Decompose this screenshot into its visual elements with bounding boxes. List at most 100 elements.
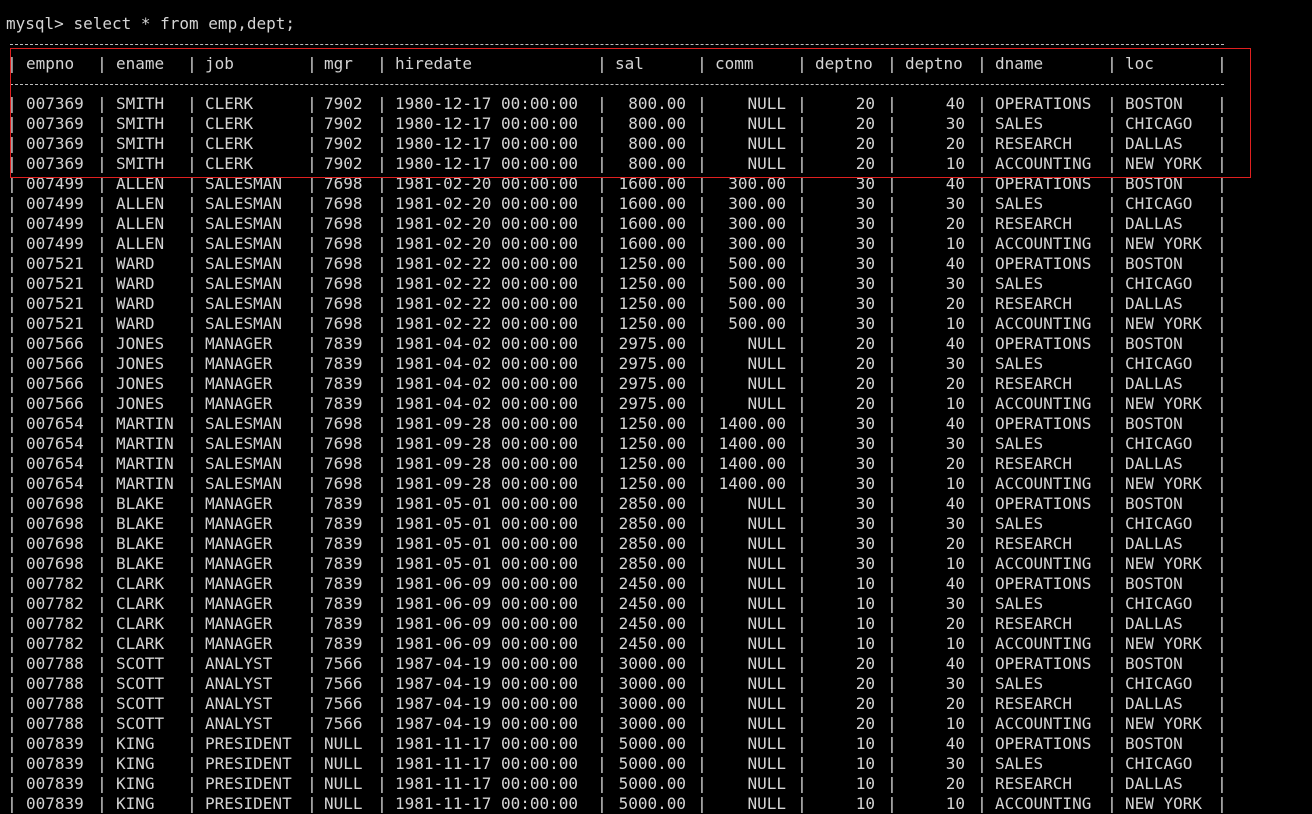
cell-deptno-2: 10 [945, 314, 965, 333]
cell-job: SALESMAN [205, 254, 283, 273]
column-separator: | [797, 594, 807, 613]
column-separator: | [1107, 254, 1117, 273]
column-separator: | [697, 234, 707, 253]
column-separator: | [1107, 454, 1117, 473]
cell-hiredate: 1981-04-02 00:00:00 [395, 394, 579, 413]
column-separator: | [1107, 754, 1117, 773]
column-separator: | [377, 534, 387, 553]
cell-deptno: 30 [855, 514, 875, 533]
column-separator: | [1217, 234, 1227, 253]
cell-comm: NULL [747, 94, 786, 113]
column-separator: | [1217, 94, 1227, 113]
column-separator: | [377, 134, 387, 153]
cell-deptno-2: 30 [945, 434, 965, 453]
column-separator: | [697, 154, 707, 173]
cell-job: SALESMAN [205, 454, 283, 473]
table-row: | | | | | | | | | | | | 007788 SCOTT ANALYST 7566 1987-0… [6, 714, 1306, 734]
column-separator: | [1107, 294, 1117, 313]
column-separator: | [1107, 434, 1117, 453]
column-separator: | [887, 114, 897, 133]
cell-mgr: 7839 [324, 354, 363, 373]
column-separator: | [7, 574, 17, 593]
column-separator: | [1107, 314, 1117, 333]
cell-ename: ALLEN [116, 174, 165, 193]
column-separator: | [797, 654, 807, 673]
column-separator: | [7, 474, 17, 493]
terminal-window[interactable]: mysql> select * from emp,dept; | | | | | | | | |… [6, 14, 1306, 814]
table-row: | | | | | | | | | | | | 007499 ALLEN SALESMAN 7698 1981-… [6, 214, 1306, 234]
cell-deptno-2: 40 [945, 174, 965, 193]
cell-hiredate: 1987-04-19 00:00:00 [395, 654, 579, 673]
cell-ename: MARTIN [116, 414, 174, 433]
cell-deptno-2: 30 [945, 194, 965, 213]
column-separator: | [977, 294, 987, 313]
column-separator: | [1217, 574, 1227, 593]
column-separator: | [697, 314, 707, 333]
cell-dname: ACCOUNTING [995, 794, 1092, 813]
cell-comm: 500.00 [728, 314, 786, 333]
cell-dname: OPERATIONS [995, 414, 1092, 433]
cell-hiredate: 1980-12-17 00:00:00 [395, 134, 579, 153]
cell-hiredate: 1981-04-02 00:00:00 [395, 354, 579, 373]
cell-mgr: 7566 [324, 714, 363, 733]
cell-empno: 007788 [26, 714, 84, 733]
cell-dname: SALES [995, 514, 1044, 533]
column-separator: | [887, 474, 897, 493]
cell-empno: 007698 [26, 554, 84, 573]
cell-hiredate: 1981-06-09 00:00:00 [395, 634, 579, 653]
cell-dname: RESEARCH [995, 534, 1073, 553]
cell-empno: 007782 [26, 614, 84, 633]
table-row: | | | | | | | | | | | | 007782 CLARK MANAGER 7839 1981-0… [6, 594, 1306, 614]
cell-loc: BOSTON [1125, 734, 1183, 753]
column-separator: | [1107, 154, 1117, 173]
cell-job: PRESIDENT [205, 754, 292, 773]
cell-loc: NEW YORK [1125, 234, 1203, 253]
column-separator: | [697, 434, 707, 453]
column-separator: | [1217, 114, 1227, 133]
cell-sal: 1250.00 [618, 274, 686, 293]
column-separator: | [887, 314, 897, 333]
column-separator: | [1217, 154, 1227, 173]
table-row: | | | | | | | | | | | | 007521 WARD SALESMAN 7698 1981-0… [6, 254, 1306, 274]
cell-empno: 007521 [26, 254, 84, 273]
column-header-hiredate: hiredate [395, 54, 473, 73]
cell-mgr: 7698 [324, 254, 363, 273]
column-separator: | [377, 554, 387, 573]
cell-deptno-2: 20 [945, 774, 965, 793]
cell-sal: 1250.00 [618, 254, 686, 273]
column-separator: | [977, 414, 987, 433]
cell-comm: NULL [747, 494, 786, 513]
cell-job: MANAGER [205, 394, 273, 413]
column-header-deptno-2: deptno [905, 54, 963, 73]
cell-comm: 300.00 [728, 214, 786, 233]
cell-dname: ACCOUNTING [995, 314, 1092, 333]
column-separator: | [1217, 194, 1227, 213]
cell-sal: 2975.00 [618, 334, 686, 353]
cell-job: SALESMAN [205, 314, 283, 333]
cell-dname: SALES [995, 194, 1044, 213]
column-separator: | [597, 354, 607, 373]
column-separator: | [1107, 54, 1117, 73]
column-separator: | [797, 494, 807, 513]
column-separator: | [597, 514, 607, 533]
column-separator: | [377, 514, 387, 533]
column-separator: | [1107, 634, 1117, 653]
cell-job: MANAGER [205, 634, 273, 653]
column-separator: | [697, 134, 707, 153]
cell-sal: 1600.00 [618, 174, 686, 193]
cell-loc: BOSTON [1125, 654, 1183, 673]
column-separator: | [597, 534, 607, 553]
column-separator: | [697, 334, 707, 353]
column-separator: | [977, 94, 987, 113]
cell-empno: 007566 [26, 354, 84, 373]
column-separator: | [7, 134, 17, 153]
table-row: | | | | | | | | | | | | 007521 WARD SALESMAN 7698 1981-0… [6, 314, 1306, 334]
cell-sal: 1250.00 [618, 294, 686, 313]
cell-comm: NULL [747, 334, 786, 353]
cell-job: ANALYST [205, 714, 273, 733]
cell-loc: DALLAS [1125, 694, 1183, 713]
column-separator: | [7, 534, 17, 553]
column-separator: | [597, 434, 607, 453]
column-separator: | [977, 734, 987, 753]
cell-mgr: 7839 [324, 374, 363, 393]
